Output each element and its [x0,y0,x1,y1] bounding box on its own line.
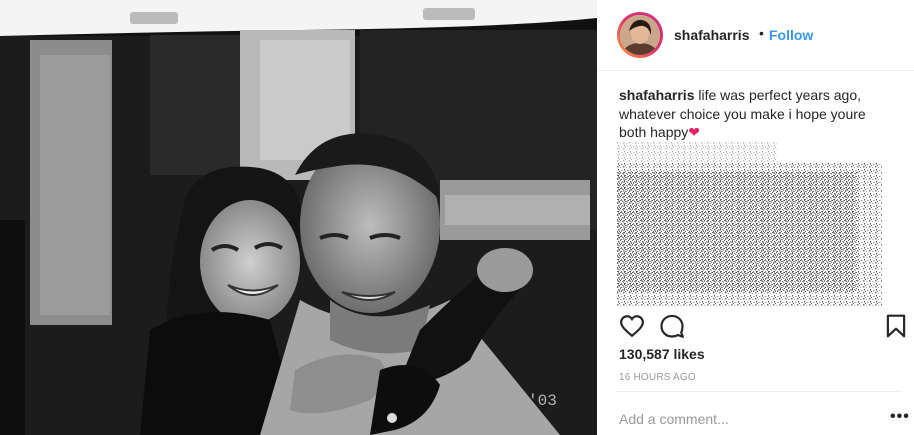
heart-outline-icon[interactable] [619,313,645,339]
ellipsis-icon[interactable]: ••• [890,408,910,426]
obscured-comments-area [617,142,882,307]
separator-dot: • [759,25,764,41]
photo-date-stamp: '03 [528,392,557,410]
black-and-white-photo: '03 [0,0,597,435]
divider [617,391,902,392]
post-timestamp: 16 HOURS AGO [619,372,696,383]
avatar[interactable] [617,12,663,58]
comment-input[interactable]: Add a comment... [619,411,729,427]
username-link[interactable]: shafaharris [674,27,749,43]
follow-button[interactable]: Follow [769,27,813,43]
caption-username-link[interactable]: shafaharris [619,87,694,103]
post-actions [597,305,914,345]
post-photo[interactable]: '03 [0,0,597,435]
post-header: shafaharris • Follow [597,0,914,71]
post-caption: shafaharris life was perfect years ago, … [619,86,889,142]
speech-bubble-icon[interactable] [659,313,685,339]
post-side-panel: shafaharris • Follow shafaharris life wa… [597,0,914,435]
heart-emoji-icon: ❤ [688,124,701,140]
like-count[interactable]: 130,587 likes [619,346,705,362]
bookmark-icon[interactable] [883,313,909,339]
avatar-photo [620,15,660,55]
